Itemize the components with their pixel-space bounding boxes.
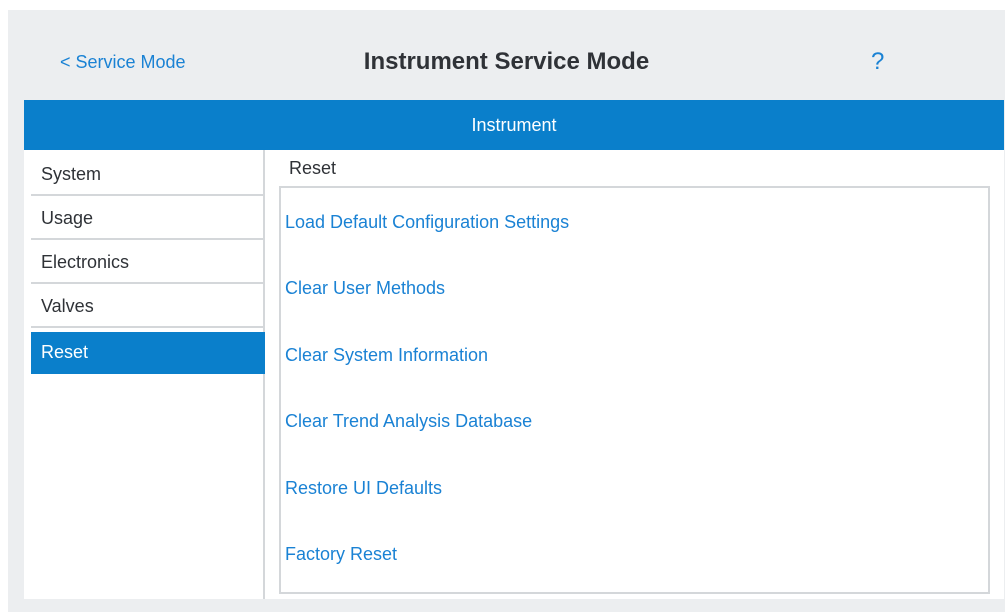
sidebar-item-usage[interactable]: Usage [31,198,267,240]
clear-user-methods-link[interactable]: Clear User Methods [285,278,445,299]
clear-system-information-link[interactable]: Clear System Information [285,345,488,366]
load-default-configuration-link[interactable]: Load Default Configuration Settings [285,212,569,233]
sidebar-item-system[interactable]: System [31,154,267,196]
section-bar: Instrument [24,100,1004,150]
restore-ui-defaults-link[interactable]: Restore UI Defaults [285,478,442,499]
main-content: Reset Load Default Configuration Setting… [265,150,1004,599]
sidebar-item-electronics[interactable]: Electronics [31,242,267,284]
app-frame: < Service Mode Instrument Service Mode ?… [8,10,1005,612]
clear-trend-analysis-database-link[interactable]: Clear Trend Analysis Database [285,411,532,432]
sidebar-item-valves[interactable]: Valves [31,286,267,328]
help-button[interactable]: ? [871,48,884,76]
page-title: Instrument Service Mode [363,48,650,75]
sidebar-item-reset[interactable]: Reset [31,332,267,374]
section-bar-title: Instrument [471,114,557,135]
reset-actions-panel: Load Default Configuration Settings Clea… [279,186,990,594]
sidebar: System Usage Electronics Valves Reset [24,150,267,599]
factory-reset-link[interactable]: Factory Reset [285,544,397,565]
header: < Service Mode Instrument Service Mode ? [8,10,1005,100]
section-title: Reset [289,158,337,178]
